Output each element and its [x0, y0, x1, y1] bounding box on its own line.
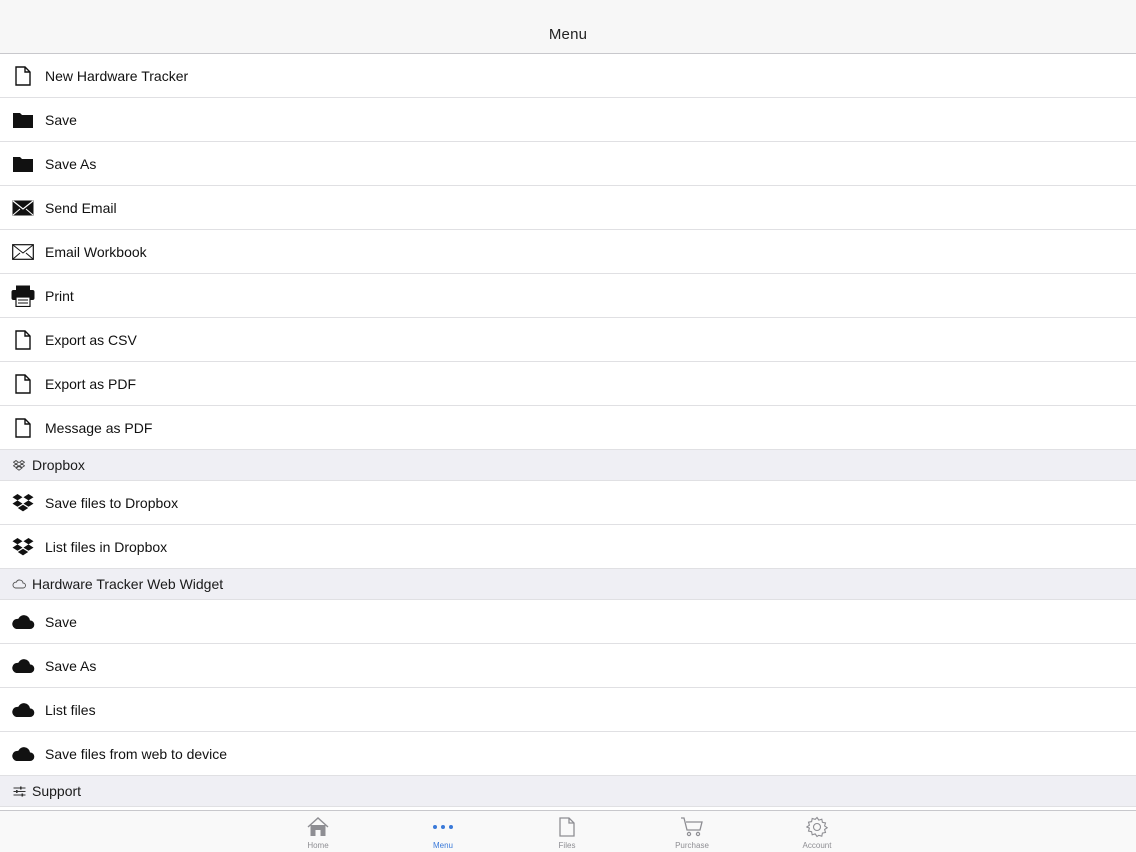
- tab-label: Purchase: [675, 841, 709, 850]
- tab-label: Menu: [432, 841, 453, 850]
- section-header-web-widget: Hardware Tracker Web Widget: [0, 569, 1136, 600]
- tab-label: Files: [558, 841, 576, 850]
- navigation-bar: Menu: [0, 0, 1136, 54]
- menu-item-save[interactable]: Save: [0, 98, 1136, 142]
- section-title: Dropbox: [32, 457, 85, 473]
- menu-item-label: Message as PDF: [45, 419, 153, 436]
- dropbox-icon: [0, 525, 45, 569]
- more-dots-icon: [432, 815, 454, 839]
- menu-item-label: Send Email: [45, 199, 117, 216]
- gear-icon: [806, 815, 828, 839]
- menu-item-label: New Hardware Tracker: [45, 67, 189, 84]
- menu-item-label: List files in Dropbox: [45, 538, 168, 555]
- menu-item-send-email[interactable]: Send Email: [0, 186, 1136, 230]
- menu-item-label: Save files from web to device: [45, 745, 228, 762]
- menu-item-web-save-as[interactable]: Save As: [0, 644, 1136, 688]
- cloud-icon: [0, 600, 45, 644]
- tab-account[interactable]: Account: [777, 811, 857, 852]
- tab-bar: Home Menu Files Purchase Account: [0, 810, 1136, 852]
- cloud-icon: [0, 688, 45, 732]
- menu-item-export-csv[interactable]: Export as CSV: [0, 318, 1136, 362]
- menu-item-label: Export as PDF: [45, 375, 137, 392]
- file-icon: [559, 815, 575, 839]
- tab-purchase[interactable]: Purchase: [652, 811, 732, 852]
- printer-icon: [0, 274, 45, 318]
- menu-item-label: Save: [45, 111, 77, 128]
- page-title: Menu: [548, 26, 588, 43]
- folder-icon: [0, 98, 45, 142]
- menu-item-save-as[interactable]: Save As: [0, 142, 1136, 186]
- envelope-outline-icon: [0, 230, 45, 274]
- menu-item-label: List files: [45, 701, 96, 718]
- menu-item-label: Save As: [45, 155, 97, 172]
- section-header-support: Support: [0, 776, 1136, 807]
- cloud-icon: [0, 644, 45, 688]
- home-icon: [307, 815, 329, 839]
- section-title: Hardware Tracker Web Widget: [32, 576, 224, 592]
- menu-item-label: Email Workbook: [45, 243, 147, 260]
- menu-item-label: Save files to Dropbox: [45, 494, 179, 511]
- menu-item-message-pdf[interactable]: Message as PDF: [0, 406, 1136, 450]
- section-header-dropbox: Dropbox: [0, 450, 1136, 481]
- menu-item-web-save[interactable]: Save: [0, 600, 1136, 644]
- menu-item-web-list-files[interactable]: List files: [0, 688, 1136, 732]
- menu-item-label: Save As: [45, 657, 97, 674]
- menu-item-export-pdf[interactable]: Export as PDF: [0, 362, 1136, 406]
- tab-home[interactable]: Home: [278, 811, 358, 852]
- tab-files[interactable]: Files: [527, 811, 607, 852]
- document-icon: [0, 318, 45, 362]
- folder-icon: [0, 142, 45, 186]
- tab-menu[interactable]: Menu: [403, 811, 483, 852]
- document-icon: [0, 406, 45, 450]
- envelope-filled-icon: [0, 186, 45, 230]
- tab-label: Account: [802, 841, 832, 850]
- menu-item-label: Print: [45, 287, 74, 304]
- menu-list[interactable]: New Hardware Tracker Save Save As Send E…: [0, 54, 1136, 810]
- menu-item-web-save-to-device[interactable]: Save files from web to device: [0, 732, 1136, 776]
- menu-item-label: Export as CSV: [45, 331, 137, 348]
- cloud-outline-icon: [12, 577, 26, 591]
- tab-label: Home: [307, 841, 329, 850]
- menu-item-label: Save: [45, 613, 77, 630]
- dropbox-outline-icon: [12, 458, 26, 472]
- document-icon: [0, 54, 45, 98]
- section-title: Support: [32, 783, 82, 799]
- cart-icon: [680, 815, 704, 839]
- dropbox-icon: [0, 481, 45, 525]
- menu-item-save-files-to-dropbox[interactable]: Save files to Dropbox: [0, 481, 1136, 525]
- document-icon: [0, 362, 45, 406]
- menu-item-print[interactable]: Print: [0, 274, 1136, 318]
- menu-item-list-files-in-dropbox[interactable]: List files in Dropbox: [0, 525, 1136, 569]
- cloud-icon: [0, 732, 45, 776]
- menu-item-new-hardware-tracker[interactable]: New Hardware Tracker: [0, 54, 1136, 98]
- menu-item-email-workbook[interactable]: Email Workbook: [0, 230, 1136, 274]
- sliders-icon: [12, 784, 26, 798]
